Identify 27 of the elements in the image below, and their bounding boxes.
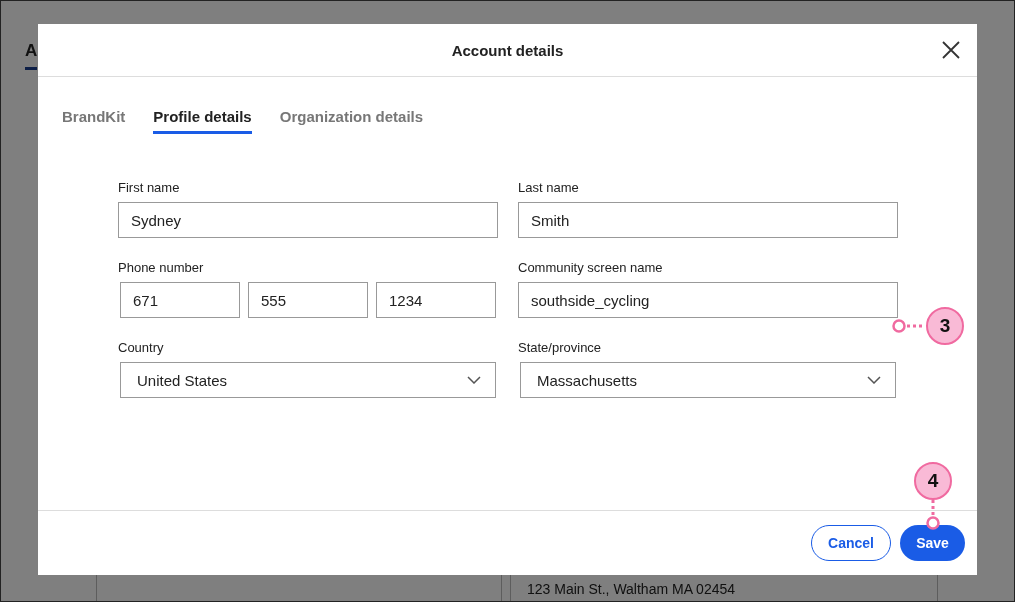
field-label: State/province [518, 340, 603, 355]
tab[interactable]: Organization details [279, 108, 424, 134]
close-icon[interactable] [942, 41, 960, 59]
field-label: Phone number [118, 260, 205, 275]
chevron-down-icon [467, 376, 481, 384]
tab[interactable]: BrandKit [62, 108, 126, 134]
save-button[interactable]: Save [900, 525, 965, 561]
dropdown-value: United States [137, 371, 228, 389]
leader-line [926, 500, 940, 530]
address-text: 123 Main St., Waltham MA 02454 [527, 581, 736, 597]
dropdown[interactable]: Massachusetts [520, 362, 896, 398]
field-label: Country [118, 340, 165, 355]
field-label: First name [118, 180, 181, 195]
tab[interactable]: Profile details [153, 108, 252, 134]
field-label: Community screen name [518, 260, 664, 275]
input-field[interactable]: 671 [120, 282, 240, 318]
dropdown[interactable]: United States [120, 362, 496, 398]
dialog-title: Account details [451, 41, 564, 59]
input-field[interactable]: Sydney [118, 202, 498, 238]
cancel-button[interactable]: Cancel [811, 525, 891, 561]
input-field[interactable]: southside_cycling [518, 282, 898, 318]
input-field[interactable]: Smith [518, 202, 898, 238]
input-field[interactable]: 1234 [376, 282, 496, 318]
input-field[interactable]: 555 [248, 282, 368, 318]
field-label: Last name [518, 180, 580, 195]
dropdown-value: Massachusetts [537, 371, 638, 389]
chevron-down-icon [867, 376, 881, 384]
